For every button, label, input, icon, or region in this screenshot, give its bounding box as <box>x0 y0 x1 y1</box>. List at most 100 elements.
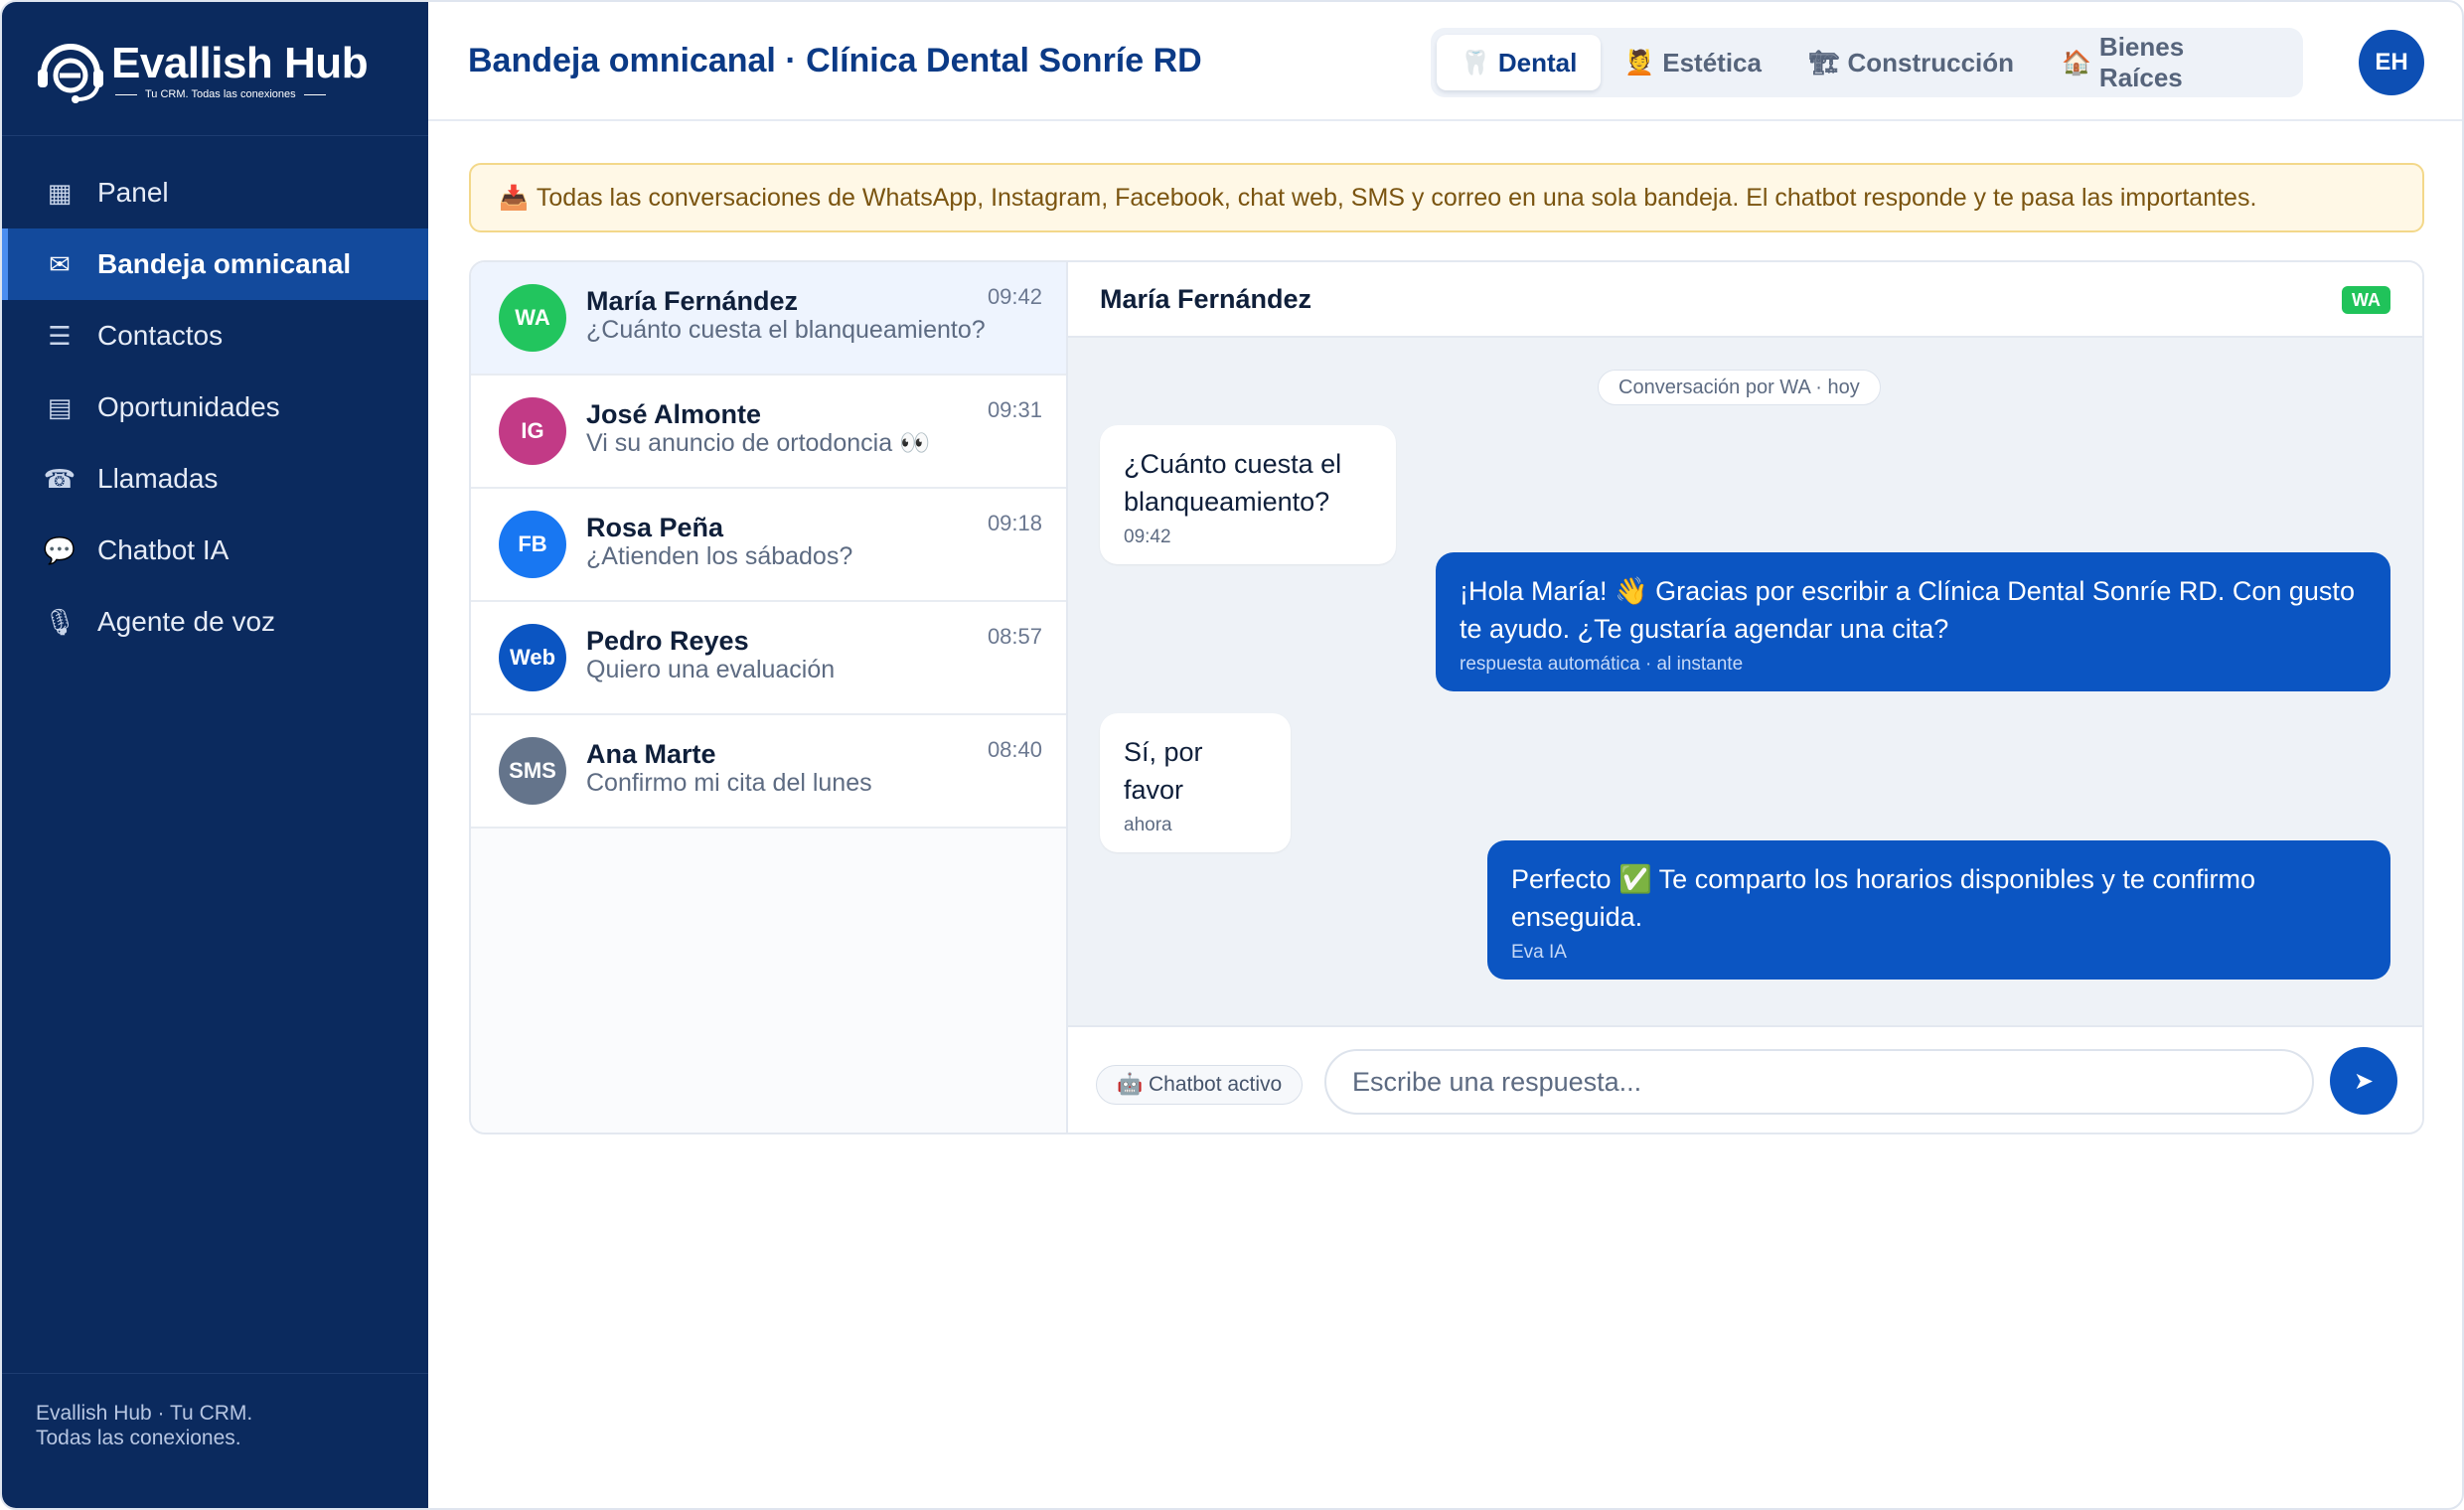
envelope-icon: ✉ <box>49 248 71 279</box>
conversation-date-pill: Conversación por WA · hoy <box>1598 370 1881 405</box>
tab-dental[interactable]: 🦷 Dental <box>1437 35 1602 90</box>
message-time: 09:42 <box>987 284 1042 309</box>
sidebar-item-label: Llamadas <box>97 463 219 494</box>
industry-tabs: 🦷 Dental 💆 Estética 🏗 Construcción 🏠 Bie… <box>1431 28 2303 97</box>
channel-avatar: WA <box>499 284 566 352</box>
board-icon: ▤ <box>47 391 73 422</box>
chat-header: María Fernández WA <box>1068 262 2422 338</box>
chat-contact-name: María Fernández <box>1100 284 1312 314</box>
sidebar-footer-divider <box>2 1373 428 1374</box>
conversation-item[interactable]: FB Rosa Peña ¿Atienden los sábados? 09:1… <box>471 489 1066 602</box>
reply-input[interactable] <box>1324 1049 2314 1115</box>
chatbot-status-toggle[interactable]: 🤖 Chatbot activo <box>1096 1065 1304 1105</box>
brand-logo[interactable]: Evallish Hub Tu CRM. Todas las conexione… <box>34 34 369 107</box>
brand-tagline: Tu CRM. Todas las conexiones <box>111 88 368 100</box>
grid-icon: ▦ <box>47 177 73 208</box>
inbox-panel: WA María Fernández ¿Cuánto cuesta el bla… <box>469 260 2424 1134</box>
message-preview: Vi su anuncio de ortodoncia 👀 <box>586 429 931 457</box>
outgoing-message: ¡Hola María! 👋 Gracias por escribir a Cl… <box>1436 552 2390 691</box>
message-text: Perfecto ✅ Te comparto los horarios disp… <box>1511 864 2255 932</box>
crane-icon: 🏗 <box>1808 49 1840 76</box>
sidebar-item-label: Oportunidades <box>97 391 280 422</box>
brand-tagline-text: Tu CRM. Todas las conexiones <box>145 88 296 100</box>
channel-avatar: SMS <box>499 737 566 805</box>
house-icon: 🏠 <box>2062 49 2091 76</box>
page-title: Bandeja omnicanal · Clínica Dental Sonrí… <box>468 42 1202 79</box>
tab-construccion[interactable]: 🏗 Construcción <box>1785 35 2038 90</box>
info-banner: 📥 Todas las conversaciones de WhatsApp, … <box>469 163 2424 232</box>
contact-name: María Fernández <box>586 286 799 316</box>
sidebar-item-label: Chatbot IA <box>97 534 230 565</box>
sidebar-item-panel[interactable]: ▦ Panel <box>2 157 428 228</box>
sidebar-item-oportunidades[interactable]: ▤ Oportunidades <box>2 372 428 443</box>
top-header: Bandeja omnicanal · Clínica Dental Sonrí… <box>428 2 2462 121</box>
footer-line-1: Evallish Hub · Tu CRM. <box>36 1402 253 1425</box>
sidebar-nav: ▦ Panel ✉ Bandeja omnicanal ☰ Contactos … <box>2 157 428 658</box>
message-time: 08:57 <box>987 624 1042 649</box>
phone-icon: ☎ <box>43 463 77 494</box>
incoming-message: ¿Cuánto cuesta el blanqueamiento? 09:42 <box>1100 425 1396 564</box>
conversation-item[interactable]: WA María Fernández ¿Cuánto cuesta el bla… <box>471 262 1066 376</box>
chat-bubble-icon: 💬 <box>43 534 77 565</box>
message-time: 09:31 <box>987 397 1042 422</box>
tab-label: Dental <box>1497 47 1578 77</box>
tab-label: Bienes Raíces <box>2098 32 2185 92</box>
message-time: 09:18 <box>987 511 1042 535</box>
sidebar-item-chatbot-ia[interactable]: 💬 Chatbot IA <box>2 515 428 586</box>
tab-label: Estética <box>1662 47 1762 77</box>
sidebar-item-bandeja-omnicanal[interactable]: ✉ Bandeja omnicanal <box>2 228 428 300</box>
tab-label: Construcción <box>1847 47 2015 77</box>
sidebar-item-label: Agente de voz <box>97 606 276 637</box>
message-thread: Conversación por WA · hoy ¿Cuánto cuesta… <box>1068 338 2422 1025</box>
incoming-message: Sí, por favor ahora <box>1100 713 1291 852</box>
sidebar-item-label: Bandeja omnicanal <box>97 248 352 279</box>
contact-name: José Almonte <box>586 399 762 429</box>
footer-line-2: Todas las conexiones. <box>36 1427 241 1449</box>
conversation-item[interactable]: SMS Ana Marte Confirmo mi cita del lunes… <box>471 715 1066 829</box>
user-avatar[interactable]: EH <box>2359 30 2424 95</box>
conversation-list: WA María Fernández ¿Cuánto cuesta el bla… <box>471 262 1068 1132</box>
banner-text: Todas las conversaciones de WhatsApp, In… <box>536 183 2257 212</box>
message-meta: Eva IA <box>1511 942 1567 963</box>
list-icon: ☰ <box>48 320 72 351</box>
contact-name: Rosa Peña <box>586 513 724 542</box>
sidebar-item-agente-de-voz[interactable]: 🎙 Agente de voz <box>2 586 428 658</box>
message-preview: Confirmo mi cita del lunes <box>586 769 872 797</box>
message-preview: ¿Atienden los sábados? <box>586 542 853 570</box>
sidebar-item-label: Panel <box>97 177 169 208</box>
message-preview: Quiero una evaluación <box>586 656 836 683</box>
headset-logo-icon <box>34 34 107 107</box>
microphone-icon: 🎙 <box>43 606 77 637</box>
sidebar-item-contactos[interactable]: ☰ Contactos <box>2 300 428 372</box>
app-window: Evallish Hub Tu CRM. Todas las conexione… <box>0 0 2464 1510</box>
sidebar-item-label: Contactos <box>97 320 224 351</box>
channel-avatar: FB <box>499 511 566 578</box>
send-arrow-icon: ➤ <box>2353 1067 2375 1095</box>
reply-bar: 🤖 Chatbot activo ➤ <box>1068 1025 2422 1132</box>
conversation-item[interactable]: Web Pedro Reyes Quiero una evaluación 08… <box>471 602 1066 715</box>
message-text: Sí, por favor <box>1124 737 1203 805</box>
message-meta: 09:42 <box>1124 527 1171 547</box>
contact-name: Ana Marte <box>586 739 716 769</box>
conversation-item[interactable]: IG José Almonte Vi su anuncio de ortodon… <box>471 376 1066 489</box>
tab-estetica[interactable]: 💆 Estética <box>1601 35 1785 90</box>
message-time: 08:40 <box>987 737 1042 762</box>
channel-avatar: IG <box>499 397 566 465</box>
outgoing-message: Perfecto ✅ Te comparto los horarios disp… <box>1487 840 2390 980</box>
tab-bienes-raices[interactable]: 🏠 Bienes Raíces <box>2038 32 2297 92</box>
sidebar-divider <box>2 135 428 136</box>
chat-pane: María Fernández WA Conversación por WA ·… <box>1068 262 2422 1132</box>
send-button[interactable]: ➤ <box>2330 1047 2397 1115</box>
message-meta: respuesta automática · al instante <box>1460 654 1744 675</box>
tooth-icon: 🦷 <box>1461 49 1490 76</box>
message-text: ¡Hola María! 👋 Gracias por escribir a Cl… <box>1460 576 2355 644</box>
salon-icon: 💆 <box>1624 49 1655 76</box>
message-preview: ¿Cuánto cuesta el blanqueamiento? <box>586 316 986 344</box>
message-text: ¿Cuánto cuesta el blanqueamiento? <box>1124 449 1342 517</box>
inbox-tray-icon: 📥 <box>499 184 529 212</box>
message-meta: ahora <box>1124 815 1172 835</box>
channel-badge: WA <box>2342 286 2390 314</box>
channel-avatar: Web <box>499 624 566 691</box>
sidebar-item-llamadas[interactable]: ☎ Llamadas <box>2 443 428 515</box>
brand-name: Evallish Hub <box>111 39 369 87</box>
